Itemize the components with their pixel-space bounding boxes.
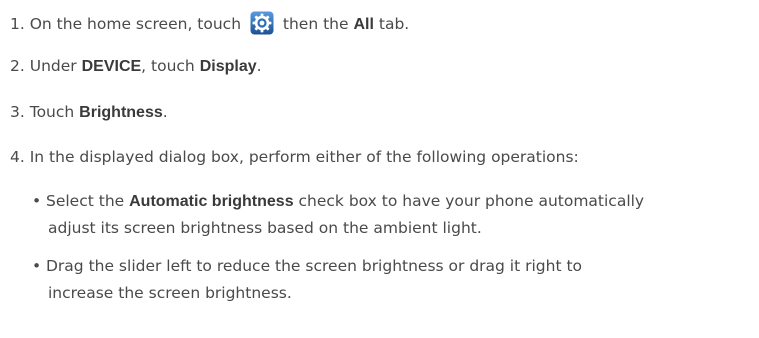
bullet-1-line2: adjust its screen brightness based on th…: [48, 219, 482, 237]
step-2-text-pre: Under: [29, 57, 77, 75]
step-2-text-mid: , touch: [141, 57, 195, 75]
bullet-item-drag-slider: • Drag the slider left to reduce the scre…: [32, 253, 582, 307]
step-1: 1. On the home screen, touch then the Al…: [10, 11, 409, 36]
step-1-text-post: tab.: [378, 15, 410, 33]
step-3-number: 3.: [10, 103, 25, 121]
bullet-marker: •: [32, 257, 42, 275]
display-option-label: Display: [199, 58, 257, 75]
step-2-text-post: .: [256, 57, 262, 75]
bullet-1-line1-post: check box to have your phone automatical…: [298, 192, 645, 210]
brightness-option-label: Brightness: [79, 104, 163, 121]
step-2: 2. Under DEVICE, touch Display.: [10, 55, 262, 78]
device-section-label: DEVICE: [81, 58, 142, 75]
step-1-text-mid: then the: [282, 15, 349, 33]
bullet-marker: •: [32, 192, 42, 210]
bullet-1-text-pre: Select the: [46, 192, 125, 210]
bullet-item-automatic-brightness: • Select the Automatic brightness check b…: [32, 188, 644, 242]
step-2-number: 2.: [10, 57, 25, 75]
step-3-text-pre: Touch: [29, 103, 75, 121]
step-4-number: 4.: [10, 148, 25, 166]
step-4: 4. In the displayed dialog box, perform …: [10, 146, 579, 168]
step-4-text: In the displayed dialog box, perform eit…: [29, 148, 579, 166]
step-3: 3. Touch Brightness.: [10, 101, 168, 124]
step-1-text-pre: On the home screen, touch: [29, 15, 242, 33]
all-tab-label: All: [353, 16, 374, 33]
step-3-text-post: .: [162, 103, 168, 121]
bullet-2-line2: increase the screen brightness.: [48, 284, 292, 302]
settings-gear-icon: [250, 11, 274, 35]
step-1-number: 1.: [10, 15, 25, 33]
bullet-2-line1: Drag the slider left to reduce the scree…: [46, 257, 583, 275]
automatic-brightness-label: Automatic brightness: [129, 193, 294, 210]
